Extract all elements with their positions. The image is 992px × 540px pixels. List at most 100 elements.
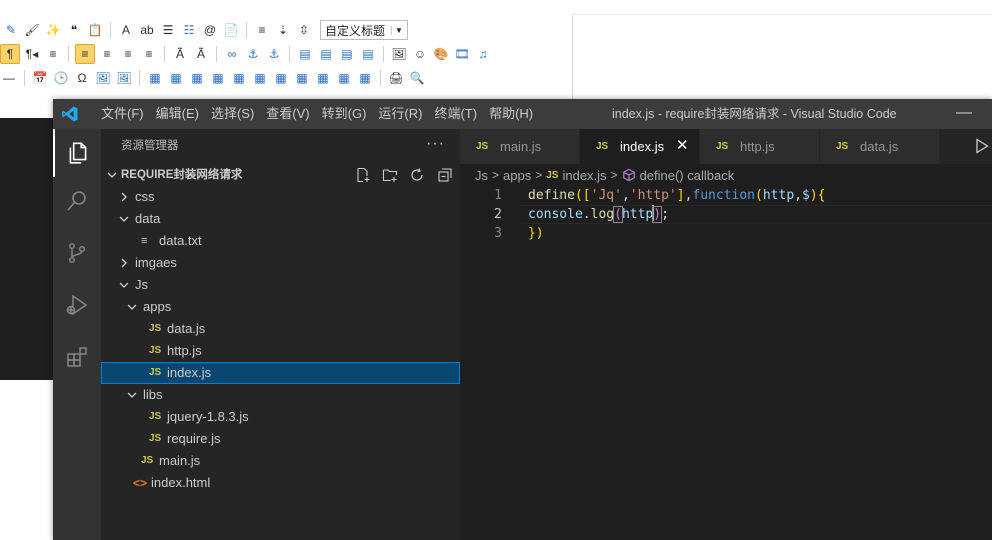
tree-file[interactable]: JS jquery-1.8.3.js — [101, 406, 460, 428]
rte-tool-button[interactable]: ⇣ — [274, 21, 292, 39]
refresh-icon[interactable] — [409, 167, 425, 183]
rte-tool-button[interactable]: 🖼 — [115, 69, 133, 87]
menu-go[interactable]: 转到(G) — [316, 99, 373, 129]
rte-tool-button[interactable]: ✎ — [2, 21, 20, 39]
tree-folder[interactable]: Js — [101, 274, 460, 296]
rte-tool-button[interactable]: 🔍 — [408, 69, 426, 87]
menu-view[interactable]: 查看(V) — [260, 99, 315, 129]
rte-tool-button[interactable]: ▤ — [296, 45, 314, 63]
minimize-button[interactable]: — — [949, 99, 979, 129]
rte-tool-button[interactable]: Ã — [192, 45, 210, 63]
rte-tool-button[interactable]: ♫ — [474, 45, 492, 63]
tab-index-js[interactable]: JS index.js ✕ — [580, 129, 700, 164]
activity-explorer[interactable] — [53, 129, 101, 177]
rte-tool-button[interactable]: 📅 — [31, 69, 49, 87]
code-line-2[interactable]: console.log(http); — [528, 205, 669, 224]
collapse-all-icon[interactable] — [437, 167, 453, 183]
tree-file[interactable]: JS require.js — [101, 428, 460, 450]
more-actions-button[interactable]: ··· — [426, 129, 445, 164]
tree-folder[interactable]: data — [101, 208, 460, 230]
rte-tool-button[interactable]: @ — [201, 21, 219, 39]
rte-tool-button[interactable]: ¶◂ — [23, 45, 41, 63]
activity-source-control[interactable] — [53, 229, 101, 277]
breadcrumb-item[interactable]: Js — [475, 168, 488, 183]
rte-tool-button[interactable]: A — [117, 21, 135, 39]
tree-folder[interactable]: apps — [101, 296, 460, 318]
rte-tool-button[interactable]: ∞ — [223, 45, 241, 63]
rte-tool-button[interactable]: ▦ — [251, 69, 269, 87]
rte-tool-button[interactable]: Ã — [171, 45, 189, 63]
menu-file[interactable]: 文件(F) — [95, 99, 150, 129]
tree-folder[interactable]: libs — [101, 384, 460, 406]
rte-tool-button[interactable]: ≡ — [98, 45, 116, 63]
rte-tool-button[interactable]: 🕒 — [52, 69, 70, 87]
rte-tool-button[interactable]: 🖼 — [94, 69, 112, 87]
tree-file[interactable]: ≡ data.txt — [101, 230, 460, 252]
run-icon[interactable] — [975, 138, 989, 154]
rte-tool-button[interactable]: 🖨 — [387, 69, 405, 87]
heading-style-select[interactable]: 自定义标题 ▼ — [320, 20, 408, 40]
menu-selection[interactable]: 选择(S) — [205, 99, 260, 129]
rte-tool-button[interactable]: ☺ — [411, 45, 429, 63]
rte-tool-button[interactable]: 🎨 — [432, 45, 450, 63]
rte-tool-button[interactable]: ▦ — [167, 69, 185, 87]
rte-tool-button[interactable]: ⚓ — [265, 45, 283, 63]
rte-tool-button[interactable]: — — [0, 69, 18, 87]
rte-tool-button[interactable]: ▤ — [359, 45, 377, 63]
tree-folder[interactable]: css — [101, 186, 460, 208]
code-line-1[interactable]: define(['Jq','http'],function(http,$){ — [528, 186, 825, 205]
tree-file[interactable]: JS main.js — [101, 450, 460, 472]
rte-tool-button[interactable]: ▦ — [230, 69, 248, 87]
code-line-3[interactable]: }) — [528, 224, 544, 243]
tree-file[interactable]: JS index.js — [101, 362, 460, 384]
rte-tool-button[interactable]: ⚓ — [244, 45, 262, 63]
menu-edit[interactable]: 编辑(E) — [150, 99, 205, 129]
breadcrumb-symbol[interactable]: define() callback — [640, 168, 735, 183]
tree-file[interactable]: JS http.js — [101, 340, 460, 362]
rte-tool-button[interactable]: ▤ — [338, 45, 356, 63]
close-icon[interactable]: ✕ — [676, 129, 689, 163]
activity-run-debug[interactable] — [53, 281, 101, 329]
rte-tool-button[interactable]: ab — [138, 21, 156, 39]
rte-tool-button[interactable]: ▦ — [356, 69, 374, 87]
menu-terminal[interactable]: 终端(T) — [428, 99, 483, 129]
rte-tool-button[interactable]: ☰ — [159, 21, 177, 39]
tab-data-js[interactable]: JS data.js — [820, 129, 940, 164]
code-editor[interactable]: 1 2 3 define(['Jq','http'],function(http… — [460, 186, 992, 540]
rte-tool-button[interactable]: ¶ — [0, 44, 20, 64]
rte-tool-button[interactable]: 🎞 — [453, 45, 471, 63]
project-folder-header[interactable]: REQUIRE封装网络请求 — [101, 164, 460, 186]
tree-folder[interactable]: imgaes — [101, 252, 460, 274]
rte-tool-button[interactable]: ▦ — [335, 69, 353, 87]
rte-tool-button[interactable]: 🖌 — [23, 21, 41, 39]
new-file-icon[interactable] — [355, 167, 371, 183]
rte-tool-button[interactable]: ▦ — [293, 69, 311, 87]
rte-tool-button[interactable]: 📄 — [222, 21, 240, 39]
rte-tool-button[interactable]: ≡ — [44, 45, 62, 63]
rte-tool-button[interactable]: ▦ — [272, 69, 290, 87]
rte-tool-button[interactable]: ❝ — [65, 21, 83, 39]
rte-tool-button[interactable]: ≡ — [140, 45, 158, 63]
rte-tool-button[interactable]: ≡ — [119, 45, 137, 63]
breadcrumb-file[interactable]: index.js — [562, 168, 606, 183]
rte-tool-button[interactable]: ☷ — [180, 21, 198, 39]
new-folder-icon[interactable] — [382, 167, 398, 183]
rte-tool-button[interactable]: ≡ — [75, 44, 95, 64]
rte-tool-button[interactable]: ✨ — [44, 21, 62, 39]
breadcrumb-item[interactable]: apps — [503, 168, 531, 183]
rte-tool-button[interactable]: Ω — [73, 69, 91, 87]
rte-tool-button[interactable]: ▤ — [317, 45, 335, 63]
rte-tool-button[interactable]: ▦ — [188, 69, 206, 87]
activity-search[interactable] — [53, 177, 101, 225]
rte-tool-button[interactable]: 📋 — [86, 21, 104, 39]
rte-tool-button[interactable]: ▦ — [146, 69, 164, 87]
tab-http-js[interactable]: JS http.js — [700, 129, 820, 164]
rte-tool-button[interactable]: ≡ — [253, 21, 271, 39]
tab-main-js[interactable]: JS main.js — [460, 129, 580, 164]
menu-run[interactable]: 运行(R) — [372, 99, 428, 129]
activity-extensions[interactable] — [53, 333, 101, 381]
tree-file[interactable]: JS data.js — [101, 318, 460, 340]
rte-tool-button[interactable]: ⇳ — [295, 21, 313, 39]
rte-tool-button[interactable]: ▦ — [314, 69, 332, 87]
rte-tool-button[interactable]: ▦ — [209, 69, 227, 87]
